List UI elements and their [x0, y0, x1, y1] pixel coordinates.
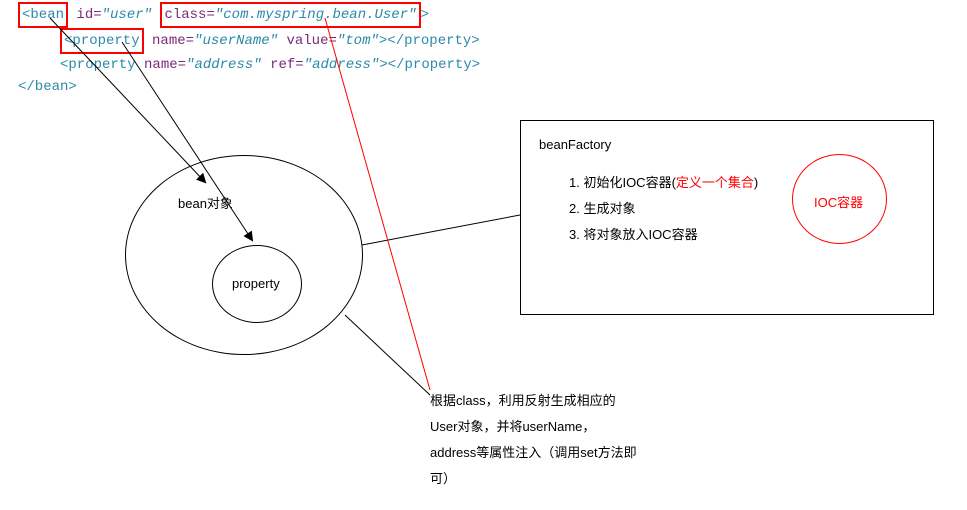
factory-title: beanFactory	[539, 137, 915, 152]
val: "address"	[304, 57, 380, 73]
factory-item-1-highlight: 定义一个集合	[676, 175, 754, 190]
code-line-2: <property name="userName" value="tom"></…	[18, 28, 480, 54]
property-tag-highlight: <property	[60, 28, 144, 54]
property-circle-label: property	[232, 276, 280, 291]
ioc-circle-label: IOC容器	[814, 192, 863, 211]
factory-item-1-pre: 1. 初始化IOC容器(	[569, 175, 676, 190]
attr: name=	[144, 33, 194, 49]
factory-item-1-post: )	[754, 175, 758, 190]
attr: id=	[68, 7, 102, 23]
bean-circle-label: bean对象	[178, 193, 233, 212]
val: "com.myspring.bean.User"	[215, 7, 417, 23]
bean-open-tag: <bean	[22, 7, 64, 23]
close: >	[379, 57, 387, 73]
class-attr-highlight: class="com.myspring.bean.User"	[160, 2, 420, 28]
close: >	[421, 7, 429, 23]
attr: value=	[278, 33, 337, 49]
code-line-4: </bean>	[18, 76, 480, 98]
property-open-tag: <property	[64, 33, 140, 49]
attr: ref=	[262, 57, 304, 73]
attr: class=	[164, 7, 214, 23]
val: "tom"	[337, 33, 379, 49]
code-line-3: <property name="address" ref="address"><…	[18, 54, 480, 76]
property-open-tag: <property	[60, 57, 136, 73]
end-tag: </property>	[388, 57, 480, 73]
code-line-1: <bean id="user" class="com.myspring.bean…	[18, 2, 480, 28]
val: "userName"	[194, 33, 278, 49]
end-tag: </property>	[387, 33, 479, 49]
attr: name=	[136, 57, 186, 73]
bean-tag-highlight: <bean	[18, 2, 68, 28]
description-text: 根据class，利用反射生成相应的User对象，并将userName，addre…	[430, 388, 640, 492]
val: "user"	[102, 7, 152, 23]
val: "address"	[186, 57, 262, 73]
bean-close-tag: </bean>	[18, 79, 77, 95]
xml-code-block: <bean id="user" class="com.myspring.bean…	[18, 2, 480, 98]
